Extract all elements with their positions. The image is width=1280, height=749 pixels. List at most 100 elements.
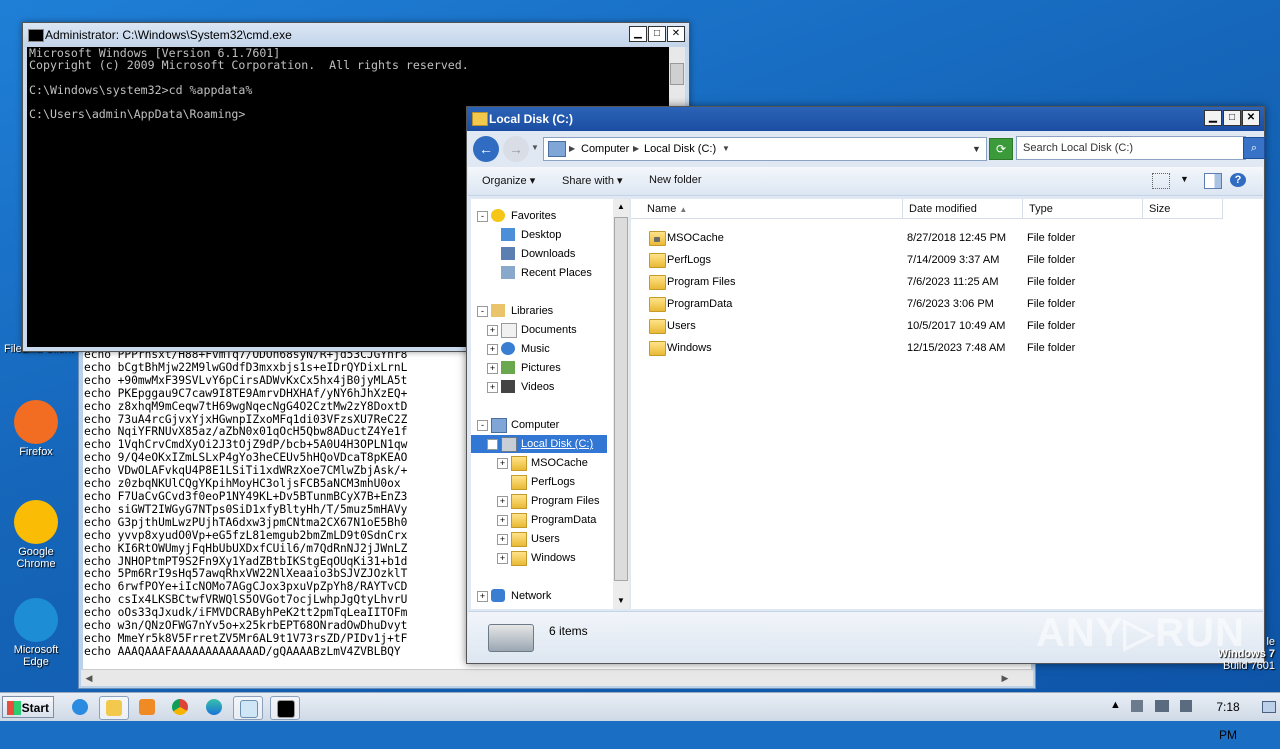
- expand-icon[interactable]: +: [487, 344, 498, 355]
- nav-item-msocache[interactable]: + MSOCache: [471, 454, 611, 472]
- explorer-titlebar[interactable]: Local Disk (C:) ▁ □ ✕: [467, 107, 1264, 131]
- file-row[interactable]: ProgramData 7/6/2023 3:06 PM File folder: [631, 293, 1263, 315]
- desktop-icon[interactable]: Google Chrome: [0, 500, 72, 570]
- file-row[interactable]: Users 10/5/2017 10:49 AM File folder: [631, 315, 1263, 337]
- scroll-up-icon[interactable]: ▲: [613, 199, 629, 215]
- nav-item-pictures[interactable]: + Pictures: [471, 359, 611, 377]
- file-row[interactable]: PerfLogs 7/14/2009 3:37 AM File folder: [631, 249, 1263, 271]
- search-input[interactable]: Search Local Disk (C:): [1016, 136, 1246, 160]
- desktop-icon[interactable]: Microsoft Edge: [0, 598, 72, 668]
- nav-item-libraries[interactable]: - Libraries: [471, 302, 611, 320]
- desktop-icon[interactable]: Firefox: [0, 400, 72, 458]
- taskbar-explorer[interactable]: [99, 696, 129, 720]
- nav-vertical-scrollbar[interactable]: ▲ ▼: [613, 199, 629, 609]
- show-hidden-icons-icon[interactable]: ▲: [1110, 699, 1121, 711]
- address-dropdown-icon[interactable]: ▼: [972, 138, 981, 160]
- column-header-size[interactable]: Size: [1143, 199, 1223, 219]
- nav-item-documents[interactable]: + Documents: [471, 321, 611, 339]
- expand-icon[interactable]: +: [477, 591, 488, 602]
- nav-item-users[interactable]: + Users: [471, 530, 611, 548]
- refresh-icon[interactable]: ⟳: [989, 138, 1013, 160]
- close-button[interactable]: ✕: [1242, 110, 1260, 126]
- file-date-modified: 8/27/2018 12:45 PM: [907, 232, 1007, 244]
- nav-item-local-disk-c[interactable]: - Local Disk (C:): [471, 435, 607, 453]
- taskbar-notepad[interactable]: [233, 696, 263, 720]
- nav-item-favorites[interactable]: - Favorites: [471, 207, 611, 225]
- start-button[interactable]: Start: [2, 696, 54, 718]
- recent-pages-chevron-icon[interactable]: ▼: [531, 143, 539, 152]
- help-icon[interactable]: ?: [1230, 173, 1246, 187]
- view-options-icon[interactable]: [1152, 173, 1170, 189]
- scroll-right-icon[interactable]: ▶: [997, 670, 1013, 686]
- explorer-window[interactable]: Local Disk (C:) ▁ □ ✕ ← → ▼ ▶ Computer ▶…: [466, 106, 1265, 664]
- nav-item-network[interactable]: + Network: [471, 587, 611, 605]
- expand-icon[interactable]: +: [497, 458, 508, 469]
- back-arrow-icon[interactable]: ←: [473, 136, 499, 162]
- new-folder-button[interactable]: New folder: [649, 174, 702, 186]
- preview-pane-icon[interactable]: [1204, 173, 1222, 189]
- nav-item-downloads[interactable]: Downloads: [471, 245, 611, 263]
- taskbar-chrome[interactable]: [166, 696, 194, 718]
- action-center-icon[interactable]: [1131, 700, 1143, 712]
- maximize-button[interactable]: □: [1223, 110, 1241, 126]
- expand-icon[interactable]: +: [487, 382, 498, 393]
- expand-icon[interactable]: +: [487, 363, 498, 374]
- expand-icon[interactable]: +: [497, 534, 508, 545]
- nav-item-perflogs[interactable]: PerfLogs: [471, 473, 611, 491]
- nav-item-videos[interactable]: + Videos: [471, 378, 611, 396]
- expand-icon[interactable]: +: [487, 325, 498, 336]
- nav-item-recent-places[interactable]: Recent Places: [471, 264, 611, 282]
- windows-version-watermark: le Windows 7 Build 7601: [1217, 636, 1275, 672]
- collapse-icon[interactable]: -: [477, 211, 488, 222]
- file-row[interactable]: Program Files 7/6/2023 11:25 AM File folde…: [631, 271, 1263, 293]
- collapse-icon[interactable]: -: [477, 306, 488, 317]
- file-list[interactable]: Name ▲ Date modified Type Size MSOCache 8…: [631, 199, 1263, 609]
- notepad-horizontal-scrollbar[interactable]: ◀ ▶: [81, 669, 1033, 686]
- nav-item-label: MSOCache: [531, 457, 588, 469]
- file-row[interactable]: MSOCache 8/27/2018 12:45 PM File folder: [631, 227, 1263, 249]
- organize-button[interactable]: Organize ▾: [482, 174, 535, 187]
- cmd-titlebar[interactable]: Administrator: C:\Windows\System32\cmd.e…: [23, 23, 689, 47]
- column-header-type[interactable]: Type: [1023, 199, 1143, 219]
- volume-icon[interactable]: [1180, 700, 1192, 712]
- nav-item-program-files[interactable]: + Program Files: [471, 492, 611, 510]
- expand-icon[interactable]: +: [497, 496, 508, 507]
- navigation-pane[interactable]: ▲ ▼ - Favorites Desktop Downloads Recent Pla…: [471, 199, 629, 609]
- taskbar-cmd[interactable]: [270, 696, 300, 720]
- scroll-left-icon[interactable]: ◀: [81, 670, 97, 686]
- nav-item-desktop[interactable]: Desktop: [471, 226, 611, 244]
- scrollbar-thumb[interactable]: [670, 63, 684, 85]
- collapse-icon[interactable]: -: [487, 439, 498, 450]
- clock[interactable]: 7:18 PM: [1208, 693, 1248, 742]
- scroll-down-icon[interactable]: ▼: [613, 593, 629, 609]
- expand-icon[interactable]: +: [497, 553, 508, 564]
- nav-item-windows[interactable]: + Windows: [471, 549, 611, 567]
- nav-item-computer[interactable]: - Computer: [471, 416, 611, 434]
- column-header-date[interactable]: Date modified: [903, 199, 1023, 219]
- forward-arrow-icon[interactable]: →: [503, 136, 529, 162]
- share-with-button[interactable]: Share with ▾: [562, 174, 623, 187]
- nav-item-label: Users: [531, 533, 560, 545]
- maximize-button[interactable]: □: [648, 26, 666, 42]
- breadcrumb-computer[interactable]: Computer: [581, 138, 629, 160]
- view-dropdown-chevron-icon[interactable]: ▼: [1180, 174, 1189, 184]
- minimize-button[interactable]: ▁: [629, 26, 647, 42]
- column-header-name[interactable]: Name ▲: [631, 199, 903, 219]
- taskbar-edge[interactable]: [200, 696, 228, 718]
- folder-icon: [511, 513, 527, 528]
- collapse-icon[interactable]: -: [477, 420, 488, 431]
- close-button[interactable]: ✕: [667, 26, 685, 42]
- expand-icon[interactable]: +: [497, 515, 508, 526]
- network-icon[interactable]: [1155, 700, 1169, 712]
- breadcrumb-local-disk[interactable]: Local Disk (C:): [644, 138, 716, 160]
- scrollbar-thumb[interactable]: [614, 217, 628, 581]
- file-row[interactable]: Windows 12/15/2023 7:48 AM File folder: [631, 337, 1263, 359]
- taskbar-ie[interactable]: [66, 696, 94, 718]
- search-icon[interactable]: ⌕: [1243, 137, 1265, 159]
- taskbar-media-player[interactable]: [133, 696, 161, 718]
- address-box[interactable]: ▶ Computer ▶ Local Disk (C:) ▼ ▼: [543, 137, 987, 161]
- nav-item-programdata[interactable]: + ProgramData: [471, 511, 611, 529]
- show-desktop-icon[interactable]: [1262, 701, 1276, 713]
- nav-item-music[interactable]: + Music: [471, 340, 611, 358]
- minimize-button[interactable]: ▁: [1204, 110, 1222, 126]
